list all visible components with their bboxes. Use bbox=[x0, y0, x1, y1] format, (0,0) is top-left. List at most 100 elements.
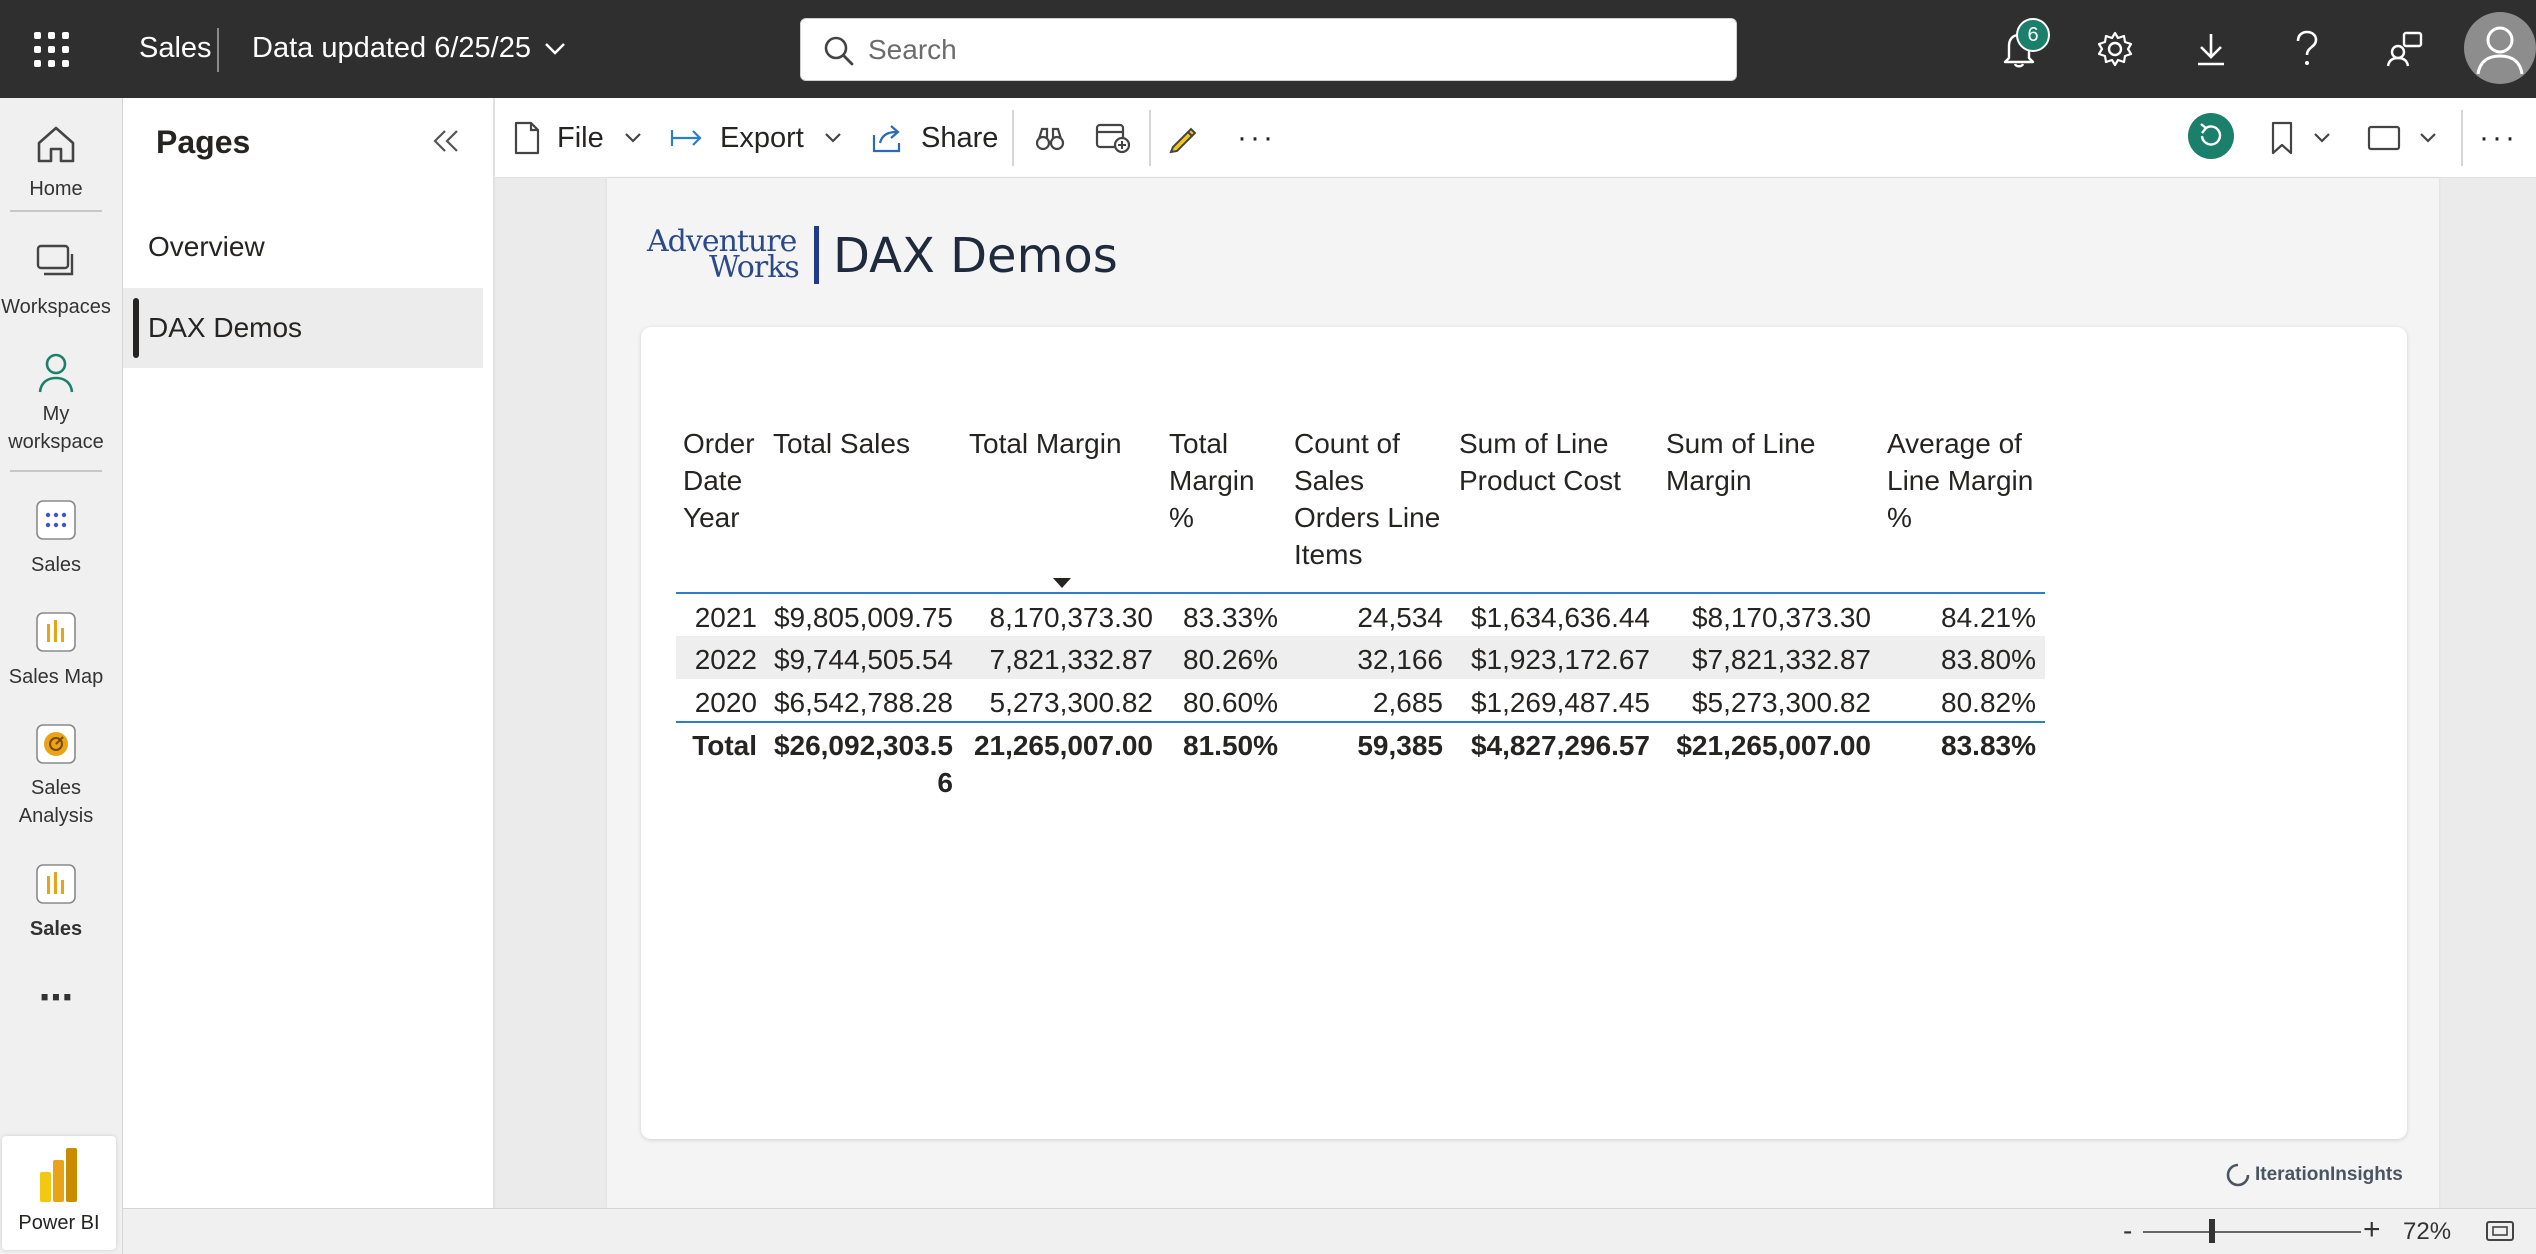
nav-label: My workspace bbox=[8, 403, 104, 453]
nav-item-home[interactable]: Home bbox=[0, 114, 112, 201]
table-cell: 5,273,300.82 bbox=[989, 686, 1154, 718]
gear-icon bbox=[2097, 31, 2133, 67]
notification-count-badge: 6 bbox=[2016, 18, 2050, 52]
nav-label: Sales bbox=[29, 918, 83, 940]
nav-item-sales-analysis[interactable]: Sales Analysis bbox=[0, 714, 112, 830]
zoom-slider-thumb[interactable] bbox=[2209, 1219, 2215, 1243]
table-cell: 8,170,373.30 bbox=[989, 601, 1154, 633]
table-row[interactable]: 2021 $9,805,009.75 8,170,373.30 83.33% 24,53… bbox=[676, 593, 2045, 636]
nav-item-workspaces[interactable]: Workspaces bbox=[0, 232, 112, 319]
zoom-out-button[interactable]: - bbox=[2123, 1215, 2132, 1247]
nav-more-button[interactable]: ⋯ bbox=[0, 978, 112, 1018]
power-bi-home-tile[interactable]: Power BI bbox=[2, 1136, 116, 1250]
column-header[interactable]: Count of Sales Orders Line Items bbox=[1287, 417, 1452, 593]
search-input[interactable] bbox=[868, 31, 1708, 69]
table-cell: $1,923,172.67 bbox=[1452, 636, 1659, 679]
dashboard-icon bbox=[36, 724, 76, 764]
share-label: Share bbox=[921, 121, 999, 154]
total-cell: 59,385 bbox=[1357, 730, 1443, 761]
zoom-slider-track[interactable] bbox=[2143, 1231, 2361, 1233]
export-menu-button[interactable]: Export bbox=[670, 116, 842, 160]
help-button[interactable] bbox=[2282, 24, 2332, 74]
reset-icon bbox=[2188, 113, 2234, 159]
power-bi-logo-icon bbox=[40, 1148, 77, 1202]
collapse-pane-icon[interactable] bbox=[429, 126, 463, 156]
column-header-label: Total Margin bbox=[969, 428, 1122, 459]
reset-button[interactable] bbox=[2187, 113, 2235, 159]
report-toolbar: File Export Share ··· ··· bbox=[495, 98, 2536, 178]
column-header[interactable]: Average of Line Margin % bbox=[1880, 417, 2045, 593]
view-button[interactable] bbox=[2367, 116, 2437, 160]
table-cell: 7,821,332.87 bbox=[962, 636, 1162, 679]
total-cell: 21,265,007.00 bbox=[973, 730, 1153, 761]
data-updated-label[interactable]: Data updated 6/25/25 bbox=[252, 32, 531, 65]
nav-label: Home bbox=[29, 178, 83, 200]
column-header[interactable]: Total Margin bbox=[962, 417, 1162, 593]
report-title: DAX Demos bbox=[833, 228, 1118, 284]
file-label: File bbox=[557, 121, 604, 154]
person-icon bbox=[38, 353, 74, 393]
feedback-icon bbox=[2386, 31, 2423, 67]
iteration-insights-logo-icon bbox=[2226, 1163, 2250, 1187]
table-cell: 80.26% bbox=[1162, 636, 1287, 679]
help-icon bbox=[2296, 30, 2318, 65]
more-options-icon[interactable]: ··· bbox=[1237, 116, 1276, 160]
view-icon bbox=[2367, 125, 2401, 151]
left-navigation: Home Workspaces My workspace Sales Sales… bbox=[0, 98, 123, 1254]
home-icon bbox=[37, 126, 75, 163]
share-button[interactable]: Share bbox=[871, 116, 998, 160]
search-box[interactable] bbox=[800, 18, 1737, 81]
total-cell: 81.50% bbox=[1183, 730, 1278, 761]
column-header[interactable]: Total Sales bbox=[766, 417, 962, 593]
person-icon bbox=[2476, 26, 2524, 75]
zoom-in-button[interactable]: + bbox=[2363, 1213, 2381, 1247]
toolbar-separator bbox=[2461, 110, 2463, 166]
data-table: Order Date Year Total Sales Total Margin… bbox=[676, 417, 2045, 801]
find-button[interactable] bbox=[1035, 116, 1065, 160]
toolbar-separator bbox=[1149, 110, 1151, 166]
column-header[interactable]: Order Date Year bbox=[676, 417, 766, 593]
nav-label: Workspaces bbox=[1, 296, 111, 318]
page-item-dax-demos[interactable]: DAX Demos bbox=[123, 288, 483, 368]
matrix-visual[interactable]: Order Date Year Total Sales Total Margin… bbox=[641, 327, 2407, 1139]
table-row[interactable]: 2020 $6,542,788.28 5,273,300.82 80.60% 2,685… bbox=[676, 679, 2045, 722]
fit-to-page-icon[interactable] bbox=[2485, 1219, 2515, 1243]
zoom-level[interactable]: 72% bbox=[2403, 1218, 2451, 1246]
report-icon bbox=[36, 612, 76, 652]
column-header[interactable]: Sum of Line Margin bbox=[1659, 417, 1880, 593]
credit-text: IterationInsights bbox=[2255, 1164, 2403, 1185]
nav-item-sales-report[interactable]: Sales bbox=[0, 854, 112, 941]
table-cell: 80.82% bbox=[1941, 686, 2036, 718]
app-launcher-icon[interactable] bbox=[34, 32, 70, 68]
app-icon bbox=[36, 500, 76, 540]
nav-item-sales-map[interactable]: Sales Map bbox=[0, 602, 112, 689]
edit-button[interactable] bbox=[1167, 116, 1201, 160]
nav-item-my-workspace[interactable]: My workspace bbox=[0, 342, 112, 456]
total-cell: 83.83% bbox=[1941, 730, 2036, 761]
page-item-overview[interactable]: Overview bbox=[123, 207, 483, 287]
toolbar-separator bbox=[1012, 110, 1014, 166]
export-icon bbox=[670, 130, 702, 146]
subscribe-button[interactable] bbox=[1095, 116, 1131, 160]
report-page: Adventure Works DAX Demos Order Date Yea… bbox=[607, 178, 2439, 1208]
file-menu-button[interactable]: File bbox=[513, 116, 642, 160]
app-name[interactable]: Sales bbox=[139, 32, 212, 65]
settings-button[interactable] bbox=[2090, 24, 2140, 74]
chevron-down-icon[interactable] bbox=[544, 42, 566, 56]
column-header[interactable]: Total Margin % bbox=[1162, 417, 1287, 593]
table-cell: 2,685 bbox=[1372, 686, 1443, 718]
user-avatar[interactable] bbox=[2464, 12, 2536, 84]
document-icon bbox=[514, 121, 540, 155]
nav-item-sales-app[interactable]: Sales bbox=[0, 490, 112, 577]
column-header[interactable]: Sum of Line Product Cost bbox=[1452, 417, 1659, 593]
bookmark-button[interactable] bbox=[2269, 116, 2331, 160]
feedback-button[interactable] bbox=[2380, 24, 2430, 74]
table-cell: 80.60% bbox=[1183, 686, 1278, 718]
more-options-icon[interactable]: ··· bbox=[2479, 116, 2518, 160]
download-button[interactable] bbox=[2186, 24, 2236, 74]
header-divider bbox=[217, 28, 219, 72]
table-cell: 24,534 bbox=[1357, 601, 1443, 633]
status-bar: - + 72% bbox=[123, 1208, 2536, 1254]
table-row[interactable]: 2022 $9,744,505.54 7,821,332.87 80.26% 32,16… bbox=[676, 636, 2045, 679]
table-cell: 32,166 bbox=[1287, 636, 1452, 679]
